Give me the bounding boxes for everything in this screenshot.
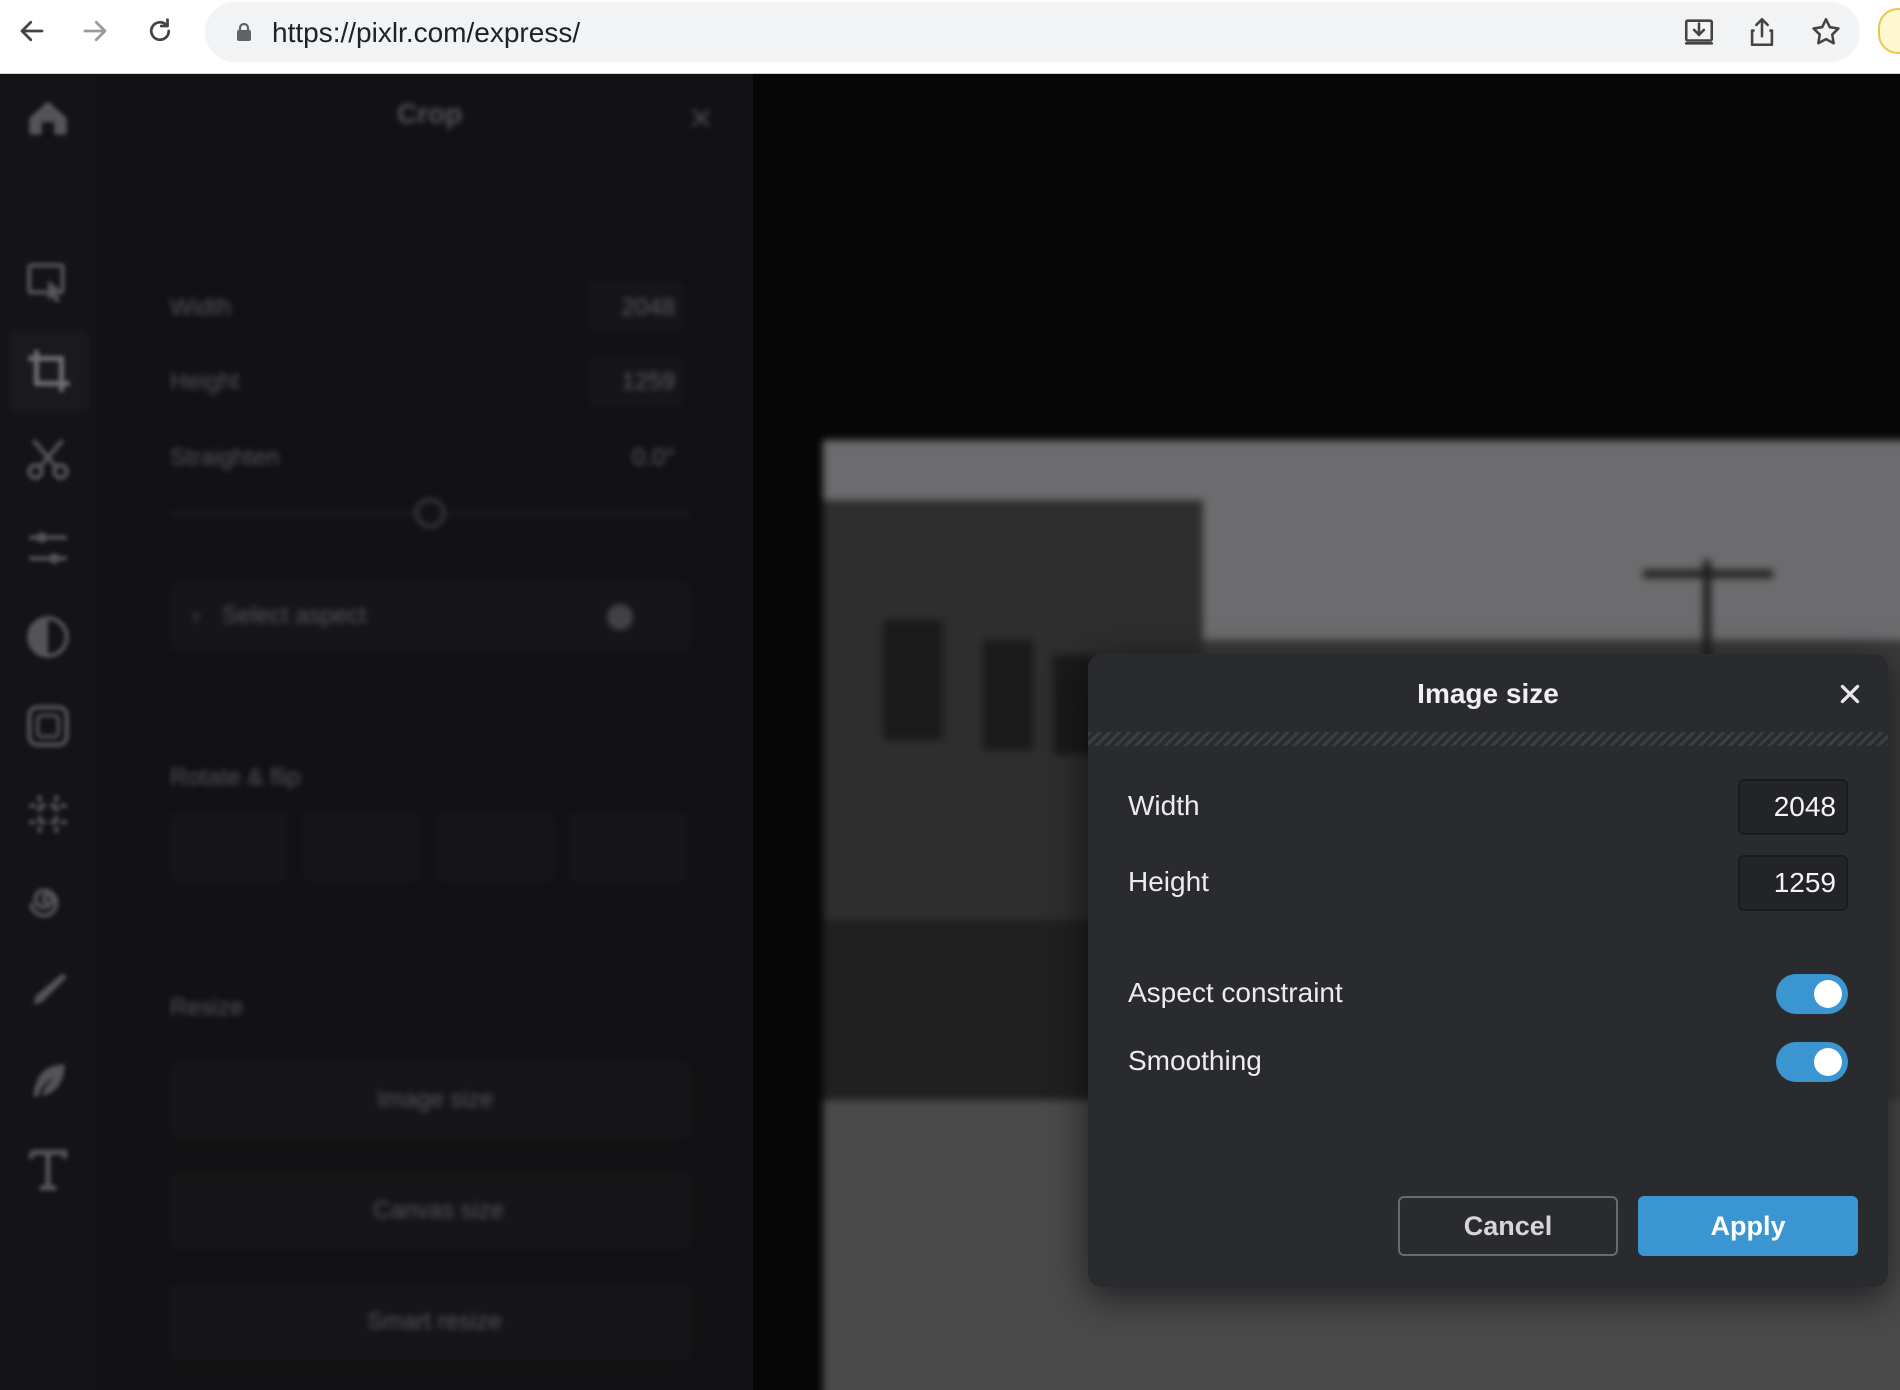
- brush-icon[interactable]: [18, 962, 78, 1022]
- crop-panel: Crop Width 2048 Height 1259 Straighten 0…: [97, 74, 753, 1390]
- dialog-divider: [1088, 732, 1888, 746]
- resize-label: Resize: [170, 994, 244, 1021]
- back-arrow-icon[interactable]: [10, 11, 54, 51]
- panel-height-label: Height: [170, 368, 240, 395]
- height-label: Height: [1128, 866, 1209, 897]
- tool-sidebar: [0, 74, 97, 1390]
- extension-icon[interactable]: [1878, 8, 1900, 54]
- straighten-value: 0.0°: [632, 444, 675, 471]
- liquify-swirl-icon[interactable]: [18, 873, 78, 933]
- panel-close-icon[interactable]: [689, 106, 713, 130]
- frame-icon[interactable]: [18, 696, 78, 756]
- dialog-title: Image size: [1417, 678, 1559, 709]
- canvas-size-button-label: Canvas size: [373, 1197, 504, 1224]
- straighten-label: Straighten: [170, 444, 280, 471]
- chevron-right-icon: ›: [192, 602, 200, 629]
- bookmark-star-icon[interactable]: [1809, 15, 1843, 49]
- select-aspect-label: Select aspect: [222, 602, 367, 629]
- crop-icon[interactable]: [8, 330, 90, 412]
- text-tool-icon[interactable]: [18, 1139, 78, 1199]
- aspect-toggle-knob[interactable]: [607, 604, 633, 630]
- retouch-feather-icon[interactable]: [18, 1051, 78, 1111]
- url-text[interactable]: https://pixlr.com/express/: [272, 17, 580, 49]
- arrange-icon[interactable]: [18, 252, 78, 312]
- share-icon[interactable]: [1745, 15, 1779, 49]
- width-label: Width: [1128, 790, 1200, 821]
- home-icon[interactable]: [18, 88, 78, 148]
- install-icon[interactable]: [1682, 15, 1716, 49]
- filter-icon[interactable]: [18, 607, 78, 667]
- rotate-left-button[interactable]: [170, 812, 288, 882]
- panel-title: Crop: [397, 98, 463, 129]
- image-size-button-label: Image size: [377, 1086, 494, 1113]
- rotate-right-button[interactable]: [303, 812, 421, 882]
- aspect-constraint-label: Aspect constraint: [1128, 977, 1343, 1008]
- smoothing-toggle[interactable]: [1776, 1042, 1848, 1082]
- cutout-scissors-icon[interactable]: [18, 429, 78, 489]
- pixlr-app: Crop Width 2048 Height 1259 Straighten 0…: [0, 74, 1900, 1390]
- forward-arrow-icon[interactable]: [73, 11, 117, 51]
- close-icon[interactable]: [1834, 678, 1866, 710]
- panel-height-value: 1259: [621, 368, 675, 395]
- reload-icon[interactable]: [138, 11, 182, 51]
- toggle-knob: [1814, 1048, 1842, 1076]
- image-size-dialog: Image size Width Height Aspect constrain…: [1088, 654, 1888, 1287]
- panel-width-value: 2048: [621, 294, 675, 321]
- apply-button[interactable]: Apply: [1638, 1196, 1858, 1256]
- flip-vertical-button[interactable]: [569, 812, 687, 882]
- address-bar[interactable]: https://pixlr.com/express/: [205, 2, 1860, 62]
- cancel-button[interactable]: Cancel: [1398, 1196, 1618, 1256]
- rotate-flip-label: Rotate & flip: [170, 764, 301, 791]
- browser-toolbar: https://pixlr.com/express/: [0, 0, 1900, 74]
- toggle-knob: [1814, 980, 1842, 1008]
- width-input[interactable]: [1738, 779, 1848, 835]
- flip-horizontal-button[interactable]: [436, 812, 554, 882]
- overlay-icon[interactable]: [18, 784, 78, 844]
- smart-resize-button-label: Smart resize: [367, 1308, 502, 1335]
- aspect-constraint-toggle[interactable]: [1776, 974, 1848, 1014]
- lock-icon: [237, 22, 251, 41]
- smoothing-label: Smoothing: [1128, 1045, 1262, 1076]
- height-input[interactable]: [1738, 855, 1848, 911]
- straighten-slider-handle[interactable]: [415, 498, 445, 528]
- panel-width-label: Width: [170, 294, 232, 321]
- adjust-sliders-icon[interactable]: [18, 518, 78, 578]
